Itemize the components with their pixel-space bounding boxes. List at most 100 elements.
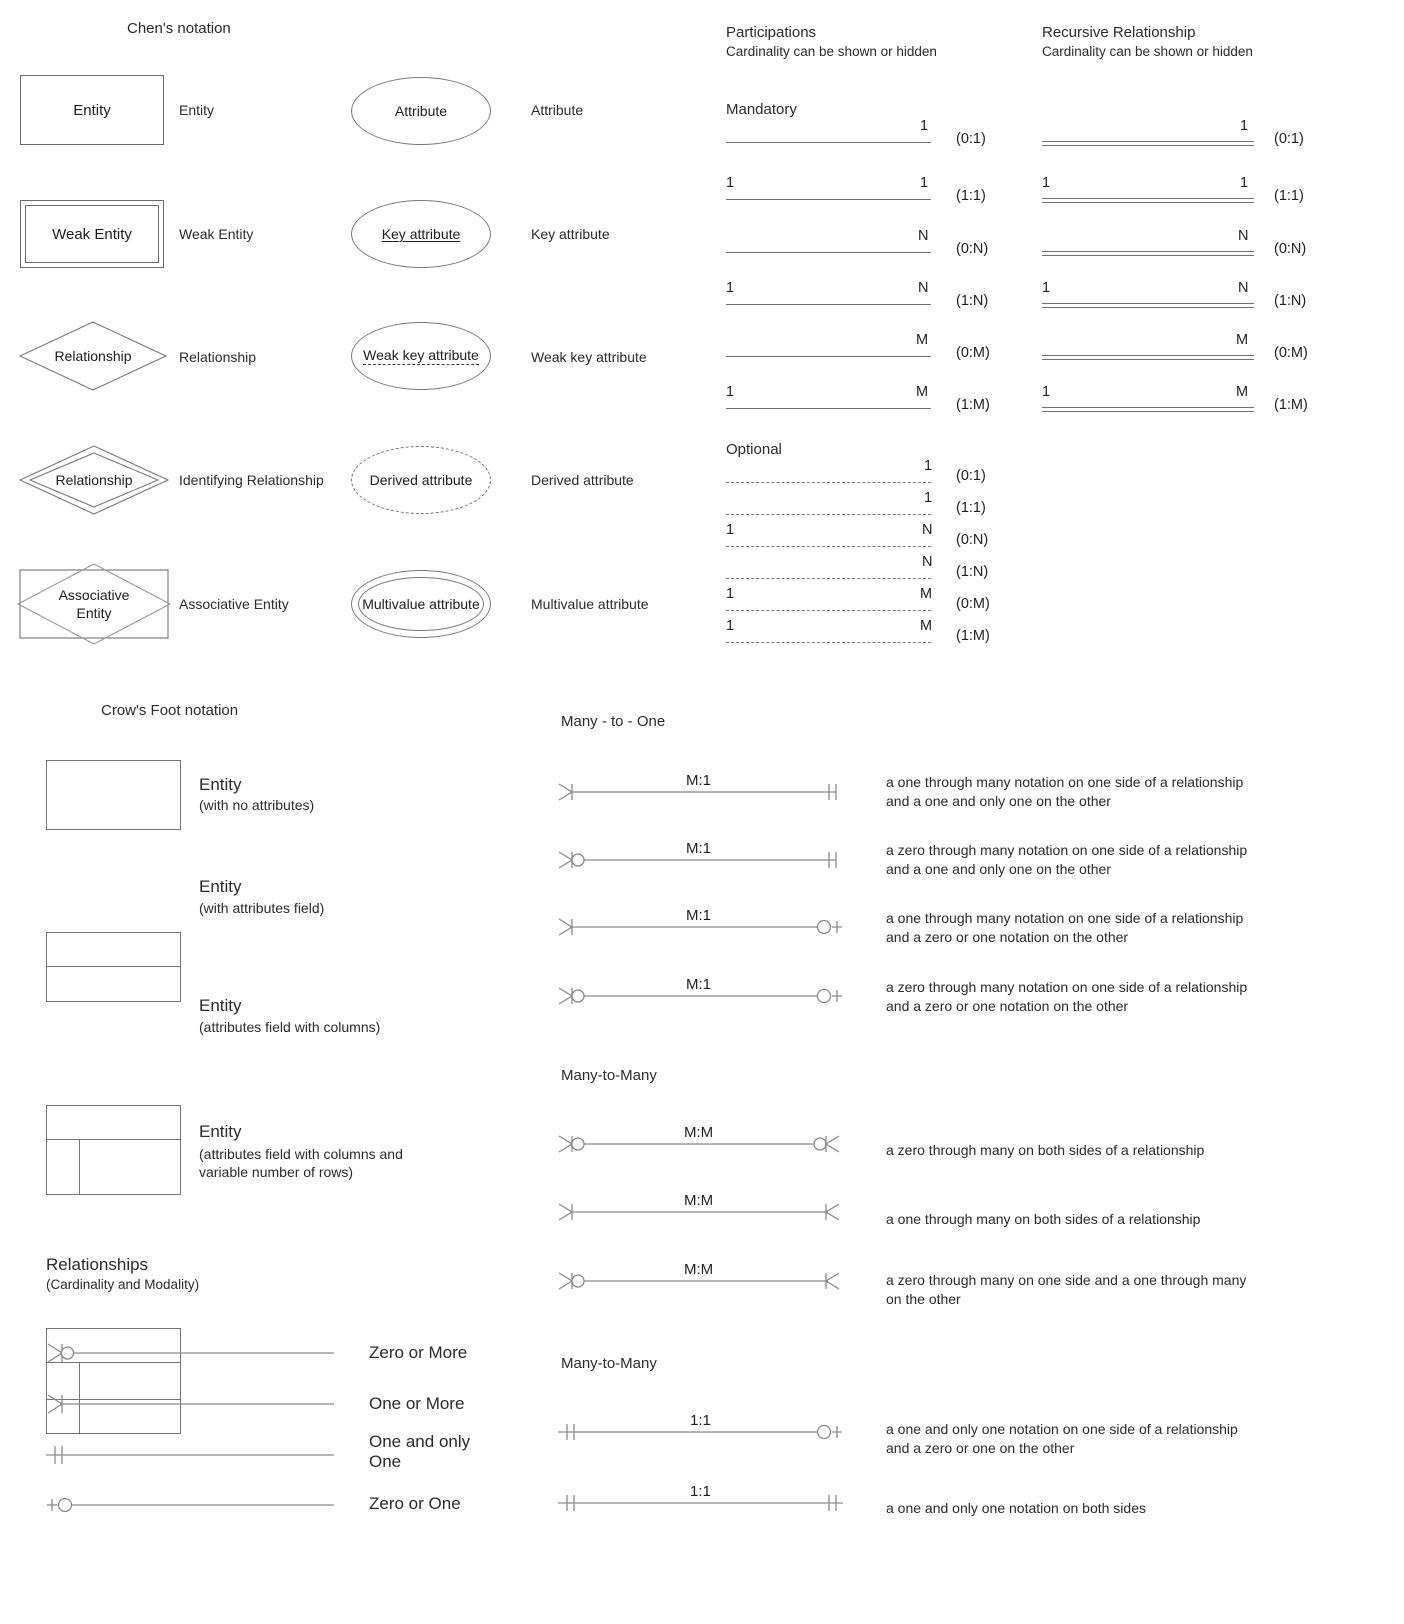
recursive-relationship-title: Recursive Relationship (1042, 24, 1196, 41)
participations-mandatory-label: Mandatory (726, 101, 797, 118)
participation-line-dashed (726, 514, 931, 515)
many-to-one-title: Many - to - One (561, 713, 666, 730)
many-to-many-connector (558, 1198, 848, 1226)
crowsfoot-entity-with-attributes-field (46, 932, 181, 1002)
recursive-right-cardinality: M (1236, 384, 1249, 400)
recursive-line-top (1042, 355, 1254, 356)
participation-cardinality-pair: (1:1) (956, 188, 986, 204)
chen-shape-identifying-relationship: Relationship (18, 444, 170, 516)
participation-right-cardinality: 1 (920, 118, 929, 134)
crowsfoot-entity-sublabel: (attributes field with columns) (199, 1019, 381, 1035)
participation-cardinality-pair: (1:1) (956, 500, 986, 516)
many-to-one-description: a one through many notation on one side … (886, 910, 1244, 945)
participation-cardinality-pair: (1:N) (956, 293, 989, 309)
chen-label-weak-entity: Weak Entity (179, 226, 254, 242)
participation-right-cardinality: N (922, 554, 933, 570)
recursive-left-cardinality: 1 (1042, 384, 1051, 400)
chen-label-identifying-relationship: Identifying Relationship (179, 472, 324, 488)
participation-right-cardinality: N (922, 522, 933, 538)
recursive-line-top (1042, 141, 1254, 142)
many-to-many-title: Many-to-Many (561, 1067, 657, 1084)
participations-subtitle: Cardinality can be shown or hidden (726, 44, 937, 59)
crowsfoot-symbol-one-or-more (46, 1389, 334, 1419)
participation-right-cardinality: M (920, 618, 933, 634)
many-to-many-description: a zero through many on both sides of a r… (886, 1142, 1205, 1158)
participation-cardinality-pair: (0:N) (956, 532, 989, 548)
crowsfoot-symbol-label: One or More (369, 1394, 465, 1413)
entity-header-divider (47, 966, 180, 967)
crowsfoot-symbol-zero-or-one (46, 1490, 334, 1520)
chen-label-weak-key-attribute: Weak key attribute (531, 349, 647, 365)
recursive-left-cardinality: 1 (1042, 175, 1051, 191)
many-to-one-connector (558, 913, 848, 941)
recursive-line-bottom (1042, 145, 1254, 146)
recursive-cardinality-pair: (0:N) (1274, 241, 1307, 257)
crowsfoot-symbol-label: Zero or More (369, 1343, 468, 1362)
many-to-many-description: a zero through many on one side and a on… (886, 1272, 1247, 1307)
participation-line (726, 408, 931, 409)
many-to-many-connector (558, 1130, 848, 1158)
participation-right-cardinality: M (920, 586, 933, 602)
recursive-line-top (1042, 198, 1254, 199)
multivalue-inner-ellipse (358, 577, 484, 631)
crowsfoot-notation-title: Crow's Foot notation (101, 702, 239, 719)
one-to-one-title: Many-to-Many (561, 1355, 657, 1372)
participation-left-cardinality: 1 (726, 280, 735, 296)
recursive-line-top (1042, 251, 1254, 252)
crowsfoot-symbol-one-and-only-one (46, 1440, 334, 1470)
many-to-one-connector (558, 778, 848, 806)
participation-cardinality-pair: (1:M) (956, 628, 990, 644)
chen-label-associative-entity: Associative Entity (179, 596, 289, 612)
participation-line (726, 199, 931, 200)
recursive-right-cardinality: M (1236, 332, 1249, 348)
participation-left-cardinality: 1 (726, 586, 735, 602)
key-attribute-underlined-text: Key attribute (381, 226, 461, 242)
many-to-one-connector (558, 846, 848, 874)
crowsfoot-entity-no-attributes (46, 760, 181, 830)
participation-right-cardinality: 1 (920, 175, 929, 191)
crowsfoot-symbol-label: Zero or One (369, 1494, 461, 1513)
recursive-right-cardinality: 1 (1240, 175, 1249, 191)
chen-label-key-attribute: Key attribute (531, 226, 610, 242)
chen-shape-derived-attribute-text: Derived attribute (369, 472, 473, 488)
recursive-line-bottom (1042, 255, 1254, 256)
recursive-cardinality-pair: (0:1) (1274, 131, 1304, 147)
many-to-one-description: a zero through many notation on one side… (886, 842, 1248, 877)
crowsfoot-entity-sublabel: (attributes field with columns and varia… (199, 1146, 403, 1180)
crowsfoot-entity-attributes-columns (46, 1105, 181, 1195)
recursive-line-bottom (1042, 307, 1254, 308)
participation-left-cardinality: 1 (726, 618, 735, 634)
participation-cardinality-pair: (1:N) (956, 564, 989, 580)
chen-shape-attribute: Attribute (351, 77, 491, 145)
participation-left-cardinality: 1 (726, 384, 735, 400)
chen-shape-derived-attribute: Derived attribute (351, 446, 491, 514)
participation-cardinality-pair: (0:1) (956, 468, 986, 484)
chen-shape-relationship: Relationship (18, 320, 168, 392)
recursive-line-top (1042, 303, 1254, 304)
weak-entity-inner-border (25, 205, 159, 263)
many-to-many-connector (558, 1267, 848, 1295)
participation-line (726, 142, 931, 143)
weak-key-attribute-dashed-text: Weak key attribute (363, 347, 479, 365)
chen-shape-key-attribute-text: Key attribute (352, 201, 490, 267)
crowsfoot-symbol-label: One and only One (369, 1432, 471, 1471)
entity-header-divider (47, 1139, 180, 1140)
many-to-one-connector (558, 982, 848, 1010)
participation-line (726, 304, 931, 305)
many-to-many-description: a one through many on both sides of a re… (886, 1211, 1201, 1227)
chen-shape-associative-entity: Associative Entity (16, 563, 172, 645)
recursive-right-cardinality: 1 (1240, 118, 1249, 134)
recursive-right-cardinality: N (1238, 228, 1249, 244)
participation-left-cardinality: 1 (726, 522, 735, 538)
chen-shape-entity-text: Entity (73, 101, 111, 119)
chen-notation-title: Chen's notation (127, 20, 231, 37)
chen-shape-key-attribute: Key attribute (351, 200, 491, 268)
crowsfoot-entity-sublabel: (with no attributes) (199, 797, 315, 813)
participation-right-cardinality: 1 (924, 490, 933, 506)
participation-right-cardinality: N (918, 228, 929, 244)
crowsfoot-entity-label: Entity (199, 877, 242, 896)
chen-shape-weak-entity: Weak Entity (20, 200, 164, 268)
participation-line-dashed (726, 642, 931, 643)
crowsfoot-entity-label: Entity (199, 775, 242, 794)
participation-cardinality-pair: (0:M) (956, 345, 990, 361)
